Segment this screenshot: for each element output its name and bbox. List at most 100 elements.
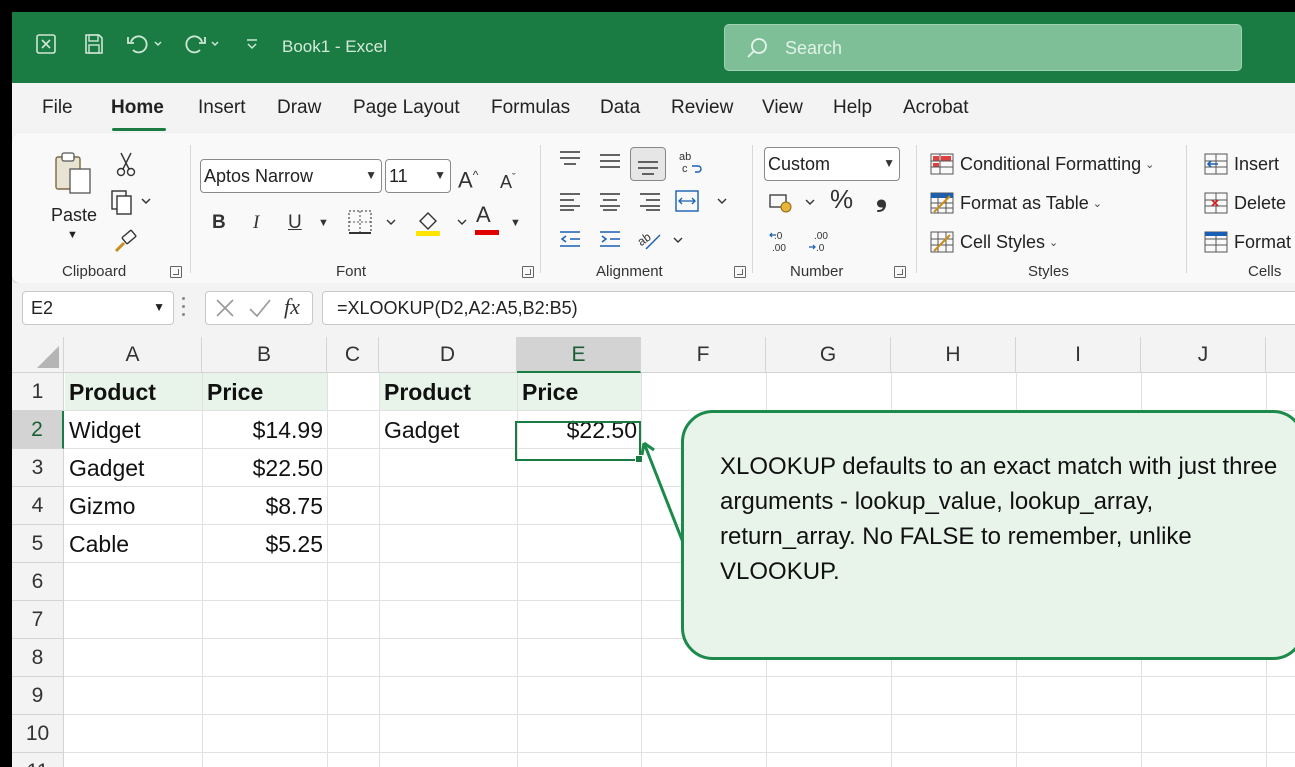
merge-center-icon[interactable]	[674, 189, 734, 220]
column-header-j[interactable]: J	[1141, 337, 1266, 373]
cell-b4[interactable]: $8.75	[203, 487, 327, 524]
row-header-7[interactable]: 7	[12, 601, 64, 639]
enter-check-icon[interactable]	[248, 297, 272, 324]
font-color-dropdown-icon[interactable]: ▼	[510, 211, 521, 235]
cut-icon[interactable]	[116, 151, 136, 184]
column-header-a[interactable]: A	[64, 337, 202, 373]
insert-cells-button[interactable]: Insert	[1204, 153, 1279, 175]
decrease-decimal-icon[interactable]: .00.0	[808, 229, 834, 262]
tab-home[interactable]: Home	[111, 97, 164, 119]
column-header-d[interactable]: D	[379, 337, 517, 373]
column-header-e[interactable]: E	[517, 337, 641, 373]
undo-icon[interactable]	[125, 32, 165, 56]
font-color-icon[interactable]: A	[476, 203, 491, 227]
name-box[interactable]: E2 ▼	[22, 291, 174, 325]
cell-a3[interactable]: Gadget	[65, 449, 202, 486]
tab-view[interactable]: View	[762, 97, 803, 119]
font-launcher-icon[interactable]	[522, 266, 534, 278]
cell-b2[interactable]: $14.99	[203, 411, 327, 448]
increase-decimal-icon[interactable]: .0.00	[768, 229, 794, 262]
row-header-5[interactable]: 5	[12, 525, 64, 563]
format-painter-icon[interactable]	[112, 229, 138, 262]
column-header-h[interactable]: H	[891, 337, 1016, 373]
cell-styles-button[interactable]: Cell Styles ⌄	[930, 231, 1058, 253]
row-header-3[interactable]: 3	[12, 449, 64, 487]
row-header-8[interactable]: 8	[12, 639, 64, 677]
fill-color-icon[interactable]	[414, 209, 470, 244]
row-header-2[interactable]: 2	[12, 411, 64, 449]
shrink-font-icon[interactable]: Aˇ	[500, 166, 516, 194]
select-all-button[interactable]	[12, 337, 64, 373]
tab-help[interactable]: Help	[833, 97, 872, 119]
orientation-icon[interactable]: ab	[635, 227, 684, 260]
accounting-format-icon[interactable]	[768, 191, 820, 222]
cell-a1[interactable]: Product	[65, 373, 202, 410]
align-left-icon[interactable]	[558, 191, 582, 218]
formula-bar-grip[interactable]	[182, 297, 186, 319]
format-cells-button[interactable]: Format	[1204, 231, 1291, 253]
formula-input[interactable]: =XLOOKUP(D2,A2:A5,B2:B5)	[322, 291, 1295, 325]
align-right-icon[interactable]	[638, 191, 662, 218]
clipboard-launcher-icon[interactable]	[170, 266, 182, 278]
paste-dropdown-icon[interactable]: ▼	[67, 229, 78, 241]
column-header-k[interactable]	[1266, 337, 1295, 373]
number-launcher-icon[interactable]	[894, 266, 906, 278]
copy-icon[interactable]	[110, 189, 154, 222]
row-header-4[interactable]: 4	[12, 487, 64, 525]
column-header-b[interactable]: B	[202, 337, 327, 373]
tab-page-layout[interactable]: Page Layout	[353, 97, 460, 119]
insert-function-icon[interactable]: fx	[284, 294, 300, 320]
align-top-icon[interactable]	[558, 149, 582, 176]
bold-button[interactable]: B	[212, 211, 226, 235]
tab-acrobat[interactable]: Acrobat	[903, 97, 968, 119]
tab-data[interactable]: Data	[600, 97, 640, 119]
cell-e1[interactable]: Price	[518, 373, 641, 410]
percent-style-button[interactable]: %	[830, 186, 853, 212]
search-box[interactable]	[724, 24, 1242, 71]
alignment-launcher-icon[interactable]	[734, 266, 746, 278]
tab-draw[interactable]: Draw	[277, 97, 321, 119]
cancel-icon[interactable]	[214, 297, 236, 324]
cell-a2[interactable]: Widget	[65, 411, 202, 448]
font-name-select[interactable]: Aptos Narrow ▼	[200, 159, 382, 193]
number-format-select[interactable]: Custom ▼	[764, 147, 900, 181]
row-header-11[interactable]: 11	[12, 753, 64, 767]
column-header-c[interactable]: C	[327, 337, 379, 373]
tab-review[interactable]: Review	[671, 97, 733, 119]
cell-d2[interactable]: Gadget	[380, 411, 517, 448]
cell-a5[interactable]: Cable	[65, 525, 202, 562]
row-header-9[interactable]: 9	[12, 677, 64, 715]
tab-formulas[interactable]: Formulas	[491, 97, 570, 119]
row-header-10[interactable]: 10	[12, 715, 64, 753]
delete-cells-button[interactable]: Delete	[1204, 192, 1286, 214]
customize-qat-icon[interactable]	[244, 32, 260, 56]
font-size-select[interactable]: 11 ▼	[385, 159, 451, 193]
cell-b3[interactable]: $22.50	[203, 449, 327, 486]
column-header-i[interactable]: I	[1016, 337, 1141, 373]
cell-b5[interactable]: $5.25	[203, 525, 327, 562]
cell-d1[interactable]: Product	[380, 373, 517, 410]
decrease-indent-icon[interactable]	[558, 229, 582, 256]
column-header-f[interactable]: F	[641, 337, 766, 373]
save-icon[interactable]	[82, 32, 106, 56]
align-bottom-icon[interactable]	[630, 147, 666, 181]
tab-insert[interactable]: Insert	[198, 97, 246, 119]
conditional-formatting-button[interactable]: Conditional Formatting ⌄	[930, 153, 1154, 175]
column-header-g[interactable]: G	[766, 337, 891, 373]
grow-font-icon[interactable]: A^	[458, 163, 478, 192]
search-input[interactable]	[785, 35, 1185, 61]
align-center-icon[interactable]	[598, 191, 622, 218]
autosave-icon[interactable]	[34, 32, 58, 56]
wrap-text-icon[interactable]: ab c	[678, 149, 704, 184]
align-middle-icon[interactable]	[598, 151, 622, 178]
increase-indent-icon[interactable]	[598, 229, 622, 256]
underline-dropdown-icon[interactable]: ▼	[318, 211, 329, 235]
borders-icon[interactable]	[347, 209, 397, 242]
tab-file[interactable]: File	[42, 97, 73, 119]
redo-icon[interactable]	[182, 32, 222, 56]
comma-style-button[interactable]: ❟	[876, 183, 887, 211]
paste-button[interactable]	[50, 151, 96, 204]
underline-button[interactable]: U	[288, 211, 302, 235]
cell-a4[interactable]: Gizmo	[65, 487, 202, 524]
row-header-6[interactable]: 6	[12, 563, 64, 601]
